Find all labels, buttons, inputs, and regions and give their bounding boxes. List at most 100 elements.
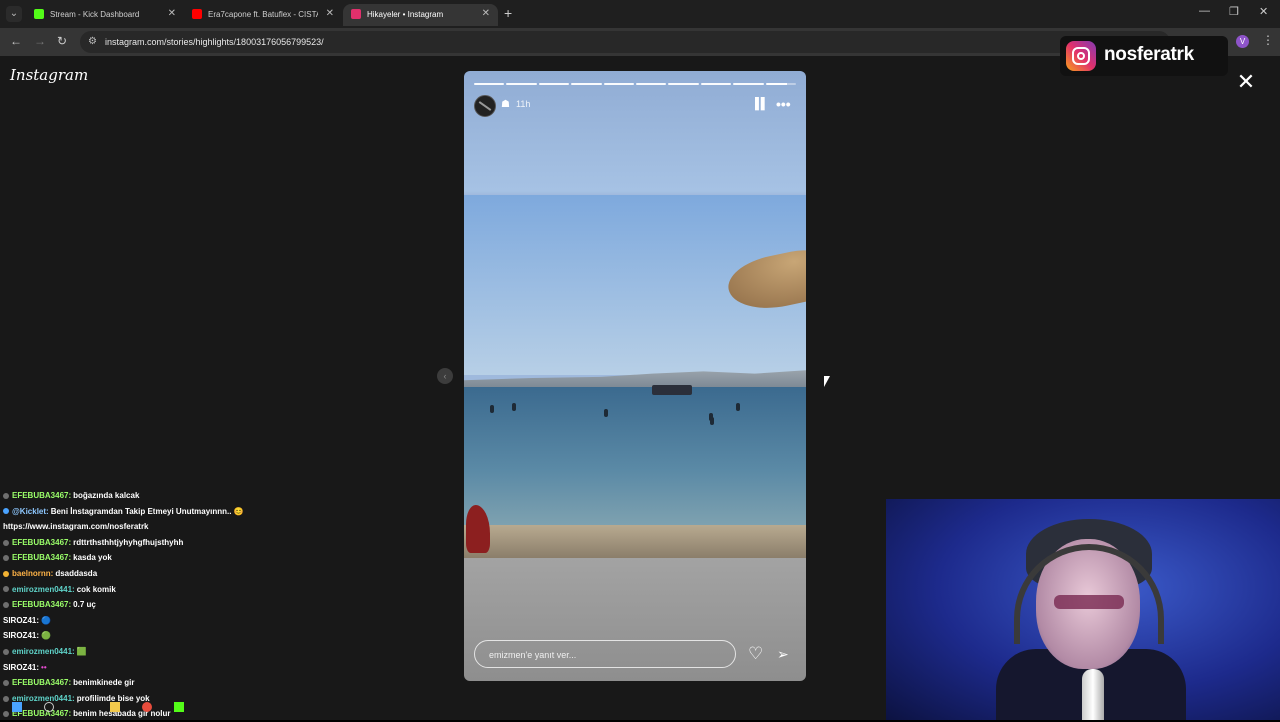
forward-icon[interactable]: → [34, 34, 46, 48]
reload-icon[interactable]: ↻ [57, 34, 67, 48]
photo-swimmer [710, 417, 714, 425]
chat-text: 0.7 uç [73, 600, 96, 610]
new-tab-button[interactable]: + [504, 5, 512, 21]
pause-icon[interactable]: ▌▌ [755, 98, 769, 110]
tab-close-icon[interactable]: ✕ [482, 8, 490, 19]
progress-segment [571, 83, 602, 85]
progress-segment [474, 83, 505, 85]
chat-message: EFEBUBA3467: benimkinede gir [3, 675, 443, 691]
send-direct-icon[interactable]: ➢ [777, 646, 789, 663]
tab-label: Hikayeler • Instagram [367, 10, 444, 19]
chat-text: •• [41, 662, 47, 672]
instagram-favicon-icon [351, 9, 361, 19]
chat-username: @Kicklet: [12, 506, 49, 516]
chat-badge-icon [3, 555, 9, 562]
story-reply-input[interactable] [487, 646, 721, 664]
photo-swimmer [604, 409, 608, 417]
progress-segment [538, 83, 570, 85]
chat-message: EFEBUBA3467: rdttrthsthhtjyhyhgfhujsthyhh [3, 535, 443, 551]
tab-search-button[interactable]: ⌄ [6, 6, 22, 22]
chat-text: rdttrthsthhtjyhyhgfhujsthyhh [73, 537, 184, 547]
back-icon[interactable]: ← [10, 34, 22, 48]
photo-swimmer [512, 403, 516, 411]
kick-app-icon[interactable] [174, 702, 184, 712]
overlay-username: nosferatrk [1104, 44, 1194, 65]
tab-strip: ⌄ Stream - Kick Dashboard ✕ Era7capone f… [0, 0, 1280, 28]
address-bar[interactable]: ⚙ instagram.com/stories/highlights/18003… [80, 31, 1170, 53]
story-progress-bar [474, 83, 797, 85]
progress-segment [603, 83, 635, 85]
microphone [1082, 669, 1104, 720]
tab-close-icon[interactable]: ✕ [326, 8, 334, 19]
more-options-icon[interactable]: ••• [776, 96, 791, 112]
chat-username: EFEBUBA3467: [12, 491, 72, 500]
chat-message: EFEBUBA3467: boğazında kalcak [3, 488, 443, 504]
progress-segment-current [765, 83, 797, 85]
photo-beach [464, 525, 806, 558]
photo-boat [652, 385, 692, 395]
chat-username: EFEBUBA3467: [12, 553, 72, 563]
file-explorer-icon[interactable] [110, 702, 120, 712]
tab-kick-dashboard[interactable]: Stream - Kick Dashboard ✕ [26, 4, 184, 26]
restore-icon[interactable]: ❐ [1229, 5, 1239, 18]
chat-text: cok komik [76, 584, 116, 594]
windows-start-icon[interactable] [12, 702, 22, 712]
close-story-icon[interactable]: ✕ [1234, 70, 1258, 94]
close-friends-icon: ☗ [501, 99, 510, 110]
story-viewer[interactable]: ☗ 11h ▌▌ ••• ♡ ➢ [464, 71, 806, 681]
chat-text: boğazında kalcak [73, 491, 140, 500]
chat-message: EFEBUBA3467: 0.7 uç [3, 597, 443, 613]
photo-swimmer [736, 403, 740, 411]
kick-favicon-icon [34, 9, 44, 19]
chat-badge-icon [3, 492, 9, 499]
chat-badge-icon [3, 648, 9, 655]
profile-avatar[interactable]: V [1236, 35, 1249, 48]
like-heart-icon[interactable]: ♡ [748, 644, 763, 664]
chat-badge-icon [3, 602, 9, 609]
mouse-cursor-icon [824, 376, 830, 387]
story-author-avatar[interactable] [474, 95, 496, 117]
progress-segment [506, 83, 537, 85]
chat-text: 🟢 [41, 631, 51, 641]
chrome-icon[interactable] [142, 702, 152, 712]
chat-badge-icon [3, 539, 9, 546]
chat-message: SIROZ41: 🟢 [3, 628, 443, 644]
chat-message: https://www.instagram.com/nosferatrk [3, 519, 443, 535]
instagram-logo[interactable]: Instagram [10, 66, 88, 84]
tab-label: Era7capone ft. Batuflex - CISTA... [208, 10, 318, 19]
chat-username: EFEBUBA3467: [12, 678, 72, 688]
chat-message: baelnornn: dsaddasda [3, 566, 443, 582]
chat-text: 🟩 [76, 646, 87, 656]
chat-text: 🔵 [41, 615, 51, 625]
minimize-icon[interactable]: — [1199, 5, 1210, 17]
chat-text: dsaddasda [55, 568, 98, 578]
tab-youtube[interactable]: Era7capone ft. Batuflex - CISTA... ✕ [184, 4, 342, 26]
chat-message: EFEBUBA3467: kasda yok [3, 550, 443, 566]
progress-segment [668, 83, 699, 85]
chat-message: emirozmen0441: cok komik [3, 582, 443, 598]
window-close-icon[interactable]: ✕ [1259, 5, 1268, 18]
chat-username: SIROZ41: [3, 631, 40, 641]
browser-menu-icon[interactable]: ⋮ [1262, 33, 1274, 47]
chat-username: emirozmen0441: [12, 584, 75, 594]
tab-close-icon[interactable]: ✕ [168, 8, 176, 19]
chat-badge-icon [3, 570, 9, 577]
previous-story-button[interactable]: ‹ [437, 368, 453, 384]
story-photo [464, 195, 806, 558]
youtube-favicon-icon [192, 9, 202, 19]
photo-swimmer [490, 405, 494, 413]
tab-label: Stream - Kick Dashboard [50, 10, 140, 19]
chat-username: EFEBUBA3467: [12, 537, 72, 547]
story-timestamp: 11h [516, 99, 531, 109]
chat-text: https://www.instagram.com/nosferatrk [3, 522, 149, 532]
chat-badge-icon [3, 680, 9, 687]
search-icon[interactable] [44, 702, 54, 712]
tab-instagram[interactable]: Hikayeler • Instagram ✕ [343, 4, 498, 26]
chat-username: SIROZ41: [3, 662, 40, 672]
chat-text: kasda yok [73, 553, 112, 563]
story-reply-field[interactable] [474, 640, 736, 668]
progress-segment [700, 83, 732, 85]
site-info-icon[interactable]: ⚙ [88, 36, 97, 47]
chat-username: SIROZ41: [3, 615, 40, 625]
url-text[interactable]: instagram.com/stories/highlights/1800317… [105, 37, 324, 47]
